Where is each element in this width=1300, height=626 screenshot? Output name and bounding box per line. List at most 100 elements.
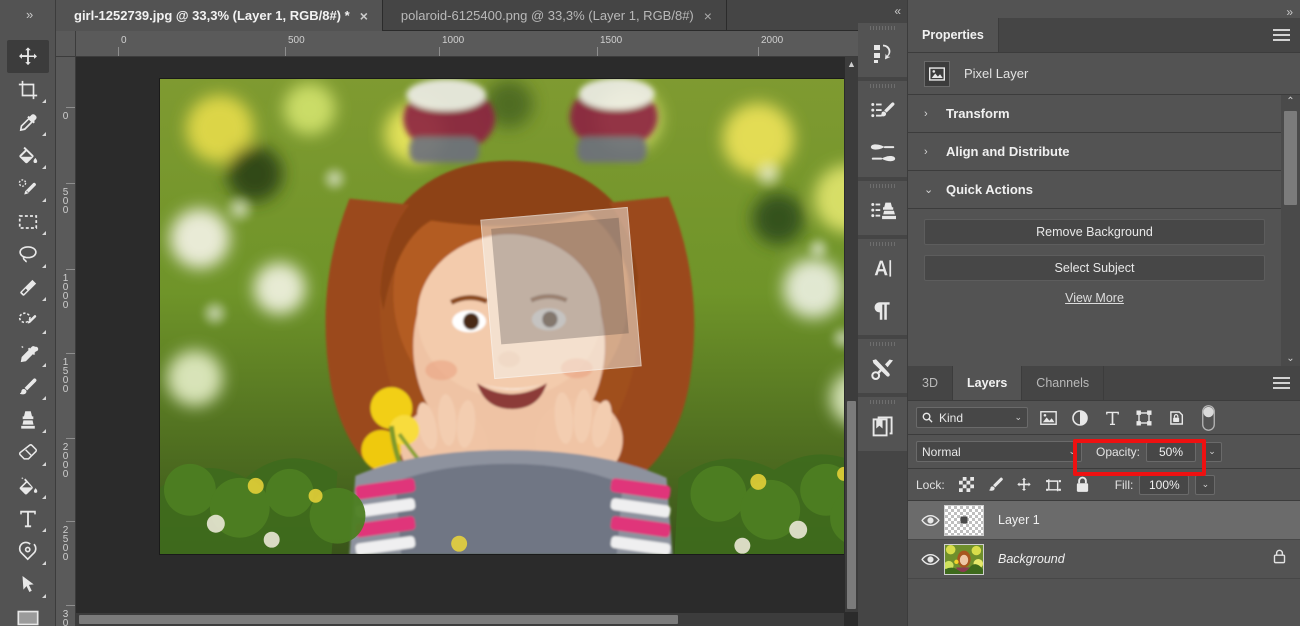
- clone-stamp-tool[interactable]: [7, 403, 49, 436]
- tab-properties[interactable]: Properties: [908, 18, 999, 52]
- move-tool[interactable]: [6, 40, 49, 73]
- view-more-link[interactable]: View More: [924, 291, 1265, 305]
- eyedropper-tool[interactable]: [7, 106, 49, 139]
- ruler-v-tick-label: 2500: [60, 525, 71, 561]
- type-tool[interactable]: [7, 502, 49, 535]
- drag-handle[interactable]: [858, 181, 907, 190]
- canvas-viewport[interactable]: [76, 57, 844, 612]
- document-area: 0 500 1000 1500 2000 2500 3000 3500 4000…: [56, 31, 858, 626]
- background-thumbnail-image: [945, 544, 983, 574]
- filter-smart-object-layers-icon[interactable]: [1164, 407, 1188, 429]
- tool-corner-marker: [41, 198, 46, 202]
- brushes-icon[interactable]: [858, 132, 908, 174]
- gradient-tool[interactable]: [7, 469, 49, 502]
- path-selection-tool[interactable]: [7, 568, 49, 601]
- magic-wand-tool[interactable]: [7, 271, 49, 304]
- libraries-icon[interactable]: [858, 406, 908, 448]
- section-quick-actions[interactable]: ⌄ Quick Actions: [908, 171, 1281, 209]
- scrollbar-thumb[interactable]: [1284, 111, 1297, 205]
- document-tab-girl[interactable]: girl-1252739.jpg @ 33,3% (Layer 1, RGB/8…: [56, 0, 383, 31]
- spot-healing-brush-tool[interactable]: [7, 337, 49, 370]
- table-row[interactable]: Layer 1: [908, 501, 1300, 540]
- section-transform[interactable]: › Transform: [908, 95, 1281, 133]
- paint-bucket-tool[interactable]: [7, 139, 49, 172]
- drag-handle[interactable]: [858, 239, 907, 248]
- section-align-and-distribute[interactable]: › Align and Distribute: [908, 133, 1281, 171]
- drag-handle[interactable]: [858, 23, 907, 32]
- polaroid-overlay-layer[interactable]: [480, 206, 642, 380]
- crop-tool[interactable]: [7, 73, 49, 106]
- close-icon[interactable]: ×: [704, 9, 712, 23]
- filter-toggle-switch[interactable]: [1196, 404, 1220, 431]
- object-selection-tool[interactable]: [7, 304, 49, 337]
- brush-settings-icon[interactable]: [858, 90, 908, 132]
- canvas-horizontal-scrollbar[interactable]: [76, 612, 844, 626]
- tool-corner-marker: [41, 528, 46, 532]
- table-row[interactable]: Background: [908, 540, 1300, 579]
- collapse-right-icon[interactable]: «: [894, 4, 901, 18]
- layer-thumbnail[interactable]: [944, 543, 984, 575]
- layer-name[interactable]: Background: [998, 552, 1273, 566]
- layer-name[interactable]: Layer 1: [998, 513, 1292, 527]
- chevron-right-icon: ›: [924, 107, 928, 120]
- lock-all-icon[interactable]: [1070, 474, 1095, 496]
- opacity-input[interactable]: 50%: [1146, 441, 1197, 462]
- fill-input[interactable]: 100%: [1139, 474, 1190, 495]
- filter-kind-select[interactable]: Kind ⌄: [916, 407, 1028, 428]
- opacity-group: Opacity: 50% ⌄: [1096, 441, 1223, 462]
- filter-shape-layers-icon[interactable]: [1132, 407, 1156, 429]
- tab-layers[interactable]: Layers: [952, 366, 1023, 400]
- rectangle-tool[interactable]: [7, 601, 49, 626]
- collapse-left-icon[interactable]: »: [26, 7, 33, 22]
- lasso-tool[interactable]: [7, 238, 49, 271]
- lock-image-pixels-icon[interactable]: [983, 474, 1008, 496]
- tool-presets-icon[interactable]: [858, 348, 908, 390]
- close-icon[interactable]: ×: [360, 9, 368, 23]
- ruler-h-tick-label: 1500: [600, 35, 623, 46]
- select-subject-button[interactable]: Select Subject: [924, 255, 1265, 281]
- drag-handle[interactable]: [858, 397, 907, 406]
- tool-corner-marker: [41, 165, 46, 169]
- scroll-down-icon[interactable]: ⌄: [1281, 352, 1300, 366]
- lock-artboard-nesting-icon[interactable]: [1041, 474, 1066, 496]
- layer-visibility-icon[interactable]: [916, 514, 944, 527]
- layer-visibility-icon[interactable]: [916, 553, 944, 566]
- remove-background-button[interactable]: Remove Background: [924, 219, 1265, 245]
- layer-locked-icon[interactable]: [1273, 549, 1286, 569]
- scrollbar-thumb[interactable]: [847, 401, 856, 609]
- scrollbar-thumb[interactable]: [79, 615, 679, 624]
- fill-stepper[interactable]: ⌄: [1195, 474, 1216, 495]
- document-tab-polaroid[interactable]: polaroid-6125400.png @ 33,3% (Layer 1, R…: [383, 0, 727, 31]
- drag-handle[interactable]: [858, 339, 907, 348]
- tab-3d[interactable]: 3D: [908, 366, 953, 400]
- brush-tool[interactable]: [7, 370, 49, 403]
- drag-handle[interactable]: [858, 81, 907, 90]
- scroll-up-icon[interactable]: ⌃: [1281, 95, 1300, 109]
- properties-scrollbar[interactable]: ⌃ ⌄: [1281, 95, 1300, 366]
- tab-channels[interactable]: Channels: [1022, 366, 1105, 400]
- rectangular-marquee-tool[interactable]: [7, 205, 49, 238]
- opacity-stepper[interactable]: ⌄: [1202, 441, 1223, 462]
- filter-pixel-layers-icon[interactable]: [1036, 407, 1060, 429]
- panel-menu-icon[interactable]: [1273, 29, 1290, 41]
- canvas-image[interactable]: [159, 78, 844, 555]
- blend-mode-select[interactable]: Normal ⌄: [916, 441, 1082, 462]
- eraser-tool[interactable]: [7, 436, 49, 469]
- filter-adjustment-layers-icon[interactable]: [1068, 407, 1092, 429]
- character-icon[interactable]: [858, 248, 908, 290]
- lock-transparent-pixels-icon[interactable]: [954, 474, 979, 496]
- scroll-up-icon[interactable]: ▲: [845, 57, 858, 71]
- paragraph-icon[interactable]: [858, 290, 908, 332]
- properties-tab-row: Properties: [908, 18, 1300, 53]
- filter-type-layers-icon[interactable]: [1100, 407, 1124, 429]
- pen-tool[interactable]: [7, 535, 49, 568]
- horizontal-ruler: 0 500 1000 1500 2000 2500 3000 3500 4000: [76, 31, 858, 57]
- clone-source-icon[interactable]: [858, 190, 908, 232]
- panel-menu-icon[interactable]: [1273, 377, 1290, 389]
- history-icon[interactable]: [858, 32, 908, 74]
- canvas-vertical-scrollbar[interactable]: ▲: [844, 57, 858, 612]
- expand-right-dock-icon[interactable]: »: [1286, 5, 1293, 19]
- healing-brush-tool[interactable]: [7, 172, 49, 205]
- lock-position-icon[interactable]: [1012, 474, 1037, 496]
- layer-thumbnail[interactable]: [944, 504, 984, 536]
